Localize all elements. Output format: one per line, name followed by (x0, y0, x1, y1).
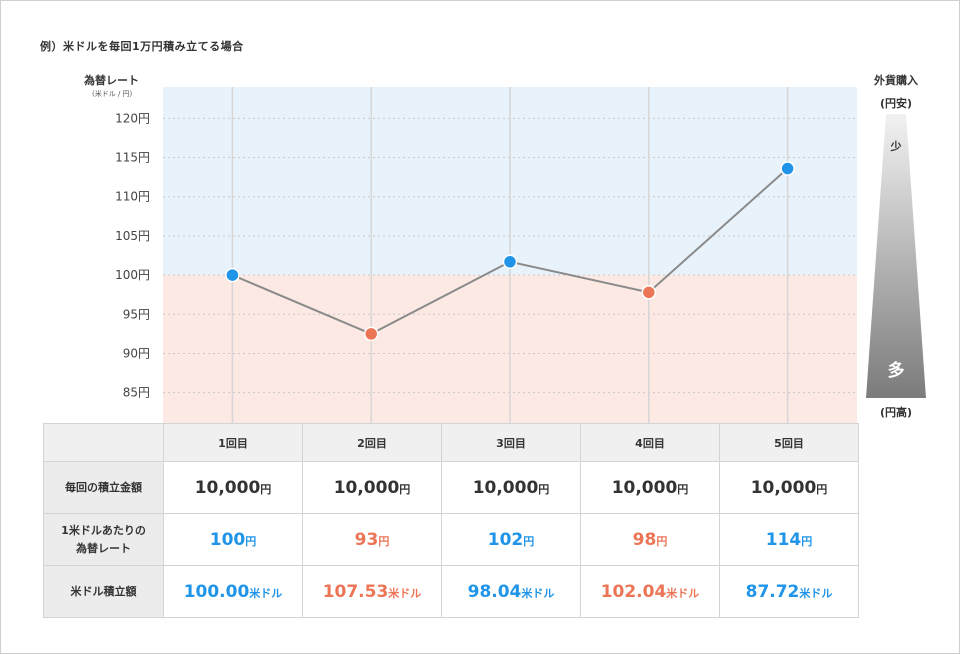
table-cell: 10,000円 (719, 461, 859, 514)
y-tick-label: 85円 (123, 386, 150, 400)
column-header: 5回目 (719, 423, 859, 462)
table-cell: 10,000円 (302, 461, 442, 514)
y-tick-label: 100円 (115, 268, 150, 282)
y-tick-label: 90円 (123, 346, 150, 360)
y-tick-label: 105円 (115, 229, 150, 243)
data-point (502, 254, 518, 270)
y-tick-label: 120円 (115, 111, 150, 125)
data-point (363, 326, 379, 342)
table-row-usd: 米ドル積立額 100.00米ドル 107.53米ドル 98.04米ドル 102.… (43, 565, 859, 618)
table-cell: 10,000円 (163, 461, 303, 514)
table-cell: 87.72米ドル (719, 565, 859, 618)
table-cell: 100.00米ドル (163, 565, 303, 618)
meter-bottom-label: (円高) (879, 406, 913, 419)
y-tick-label: 95円 (123, 307, 150, 321)
y-tick-label: 110円 (115, 190, 150, 204)
y-axis-label: 為替レート (84, 74, 139, 87)
data-point (641, 285, 657, 300)
y-tick-label: 115円 (115, 151, 150, 165)
table-cell: 10,000円 (580, 461, 720, 514)
meter-big-word: 多 (887, 361, 905, 381)
column-header: 3回目 (441, 423, 581, 462)
meter-small-word: 少 (890, 140, 902, 153)
meter-title: 外貨購入 (874, 74, 918, 87)
row-header: 毎回の積立金額 (43, 461, 164, 514)
table-cell: 102円 (441, 513, 581, 566)
meter-top-label: (円安) (879, 97, 913, 110)
exchange-rate-line-chart: 120円 115円 110円 105円 100円 95円 90円 85円 (115, 87, 857, 424)
table-cell: 107.53米ドル (302, 565, 442, 618)
column-header: 2回目 (302, 423, 442, 462)
table-header-row: 1回目 2回目 3回目 4回目 5回目 (43, 423, 859, 462)
row-header: 1米ドルあたりの 為替レート (43, 513, 164, 566)
y-axis-unit: (米ドル / 円) (92, 90, 133, 98)
figure-title: 例）米ドルを毎回1万円積み立てる場合 (40, 40, 244, 53)
table-cell: 114円 (719, 513, 859, 566)
row-header: 米ドル積立額 (43, 565, 164, 618)
table-row-rate: 1米ドルあたりの 為替レート 100円 93円 102円 98円 114円 (43, 513, 859, 566)
column-header: 1回目 (163, 423, 303, 462)
data-point (225, 267, 240, 283)
table-row-amount: 毎回の積立金額 10,000円 10,000円 10,000円 10,000円 … (43, 461, 859, 514)
table-cell: 10,000円 (441, 461, 581, 514)
table-cell: 93円 (302, 513, 442, 566)
table-cell: 98.04米ドル (441, 565, 581, 618)
table-cell: 102.04米ドル (580, 565, 720, 618)
table-corner-cell (43, 423, 164, 462)
table-cell: 100円 (163, 513, 303, 566)
column-header: 4回目 (580, 423, 720, 462)
data-point (780, 161, 795, 176)
accumulation-table: 1回目 2回目 3回目 4回目 5回目 毎回の積立金額 10,000円 10,0… (43, 423, 859, 618)
table-cell: 98円 (580, 513, 720, 566)
